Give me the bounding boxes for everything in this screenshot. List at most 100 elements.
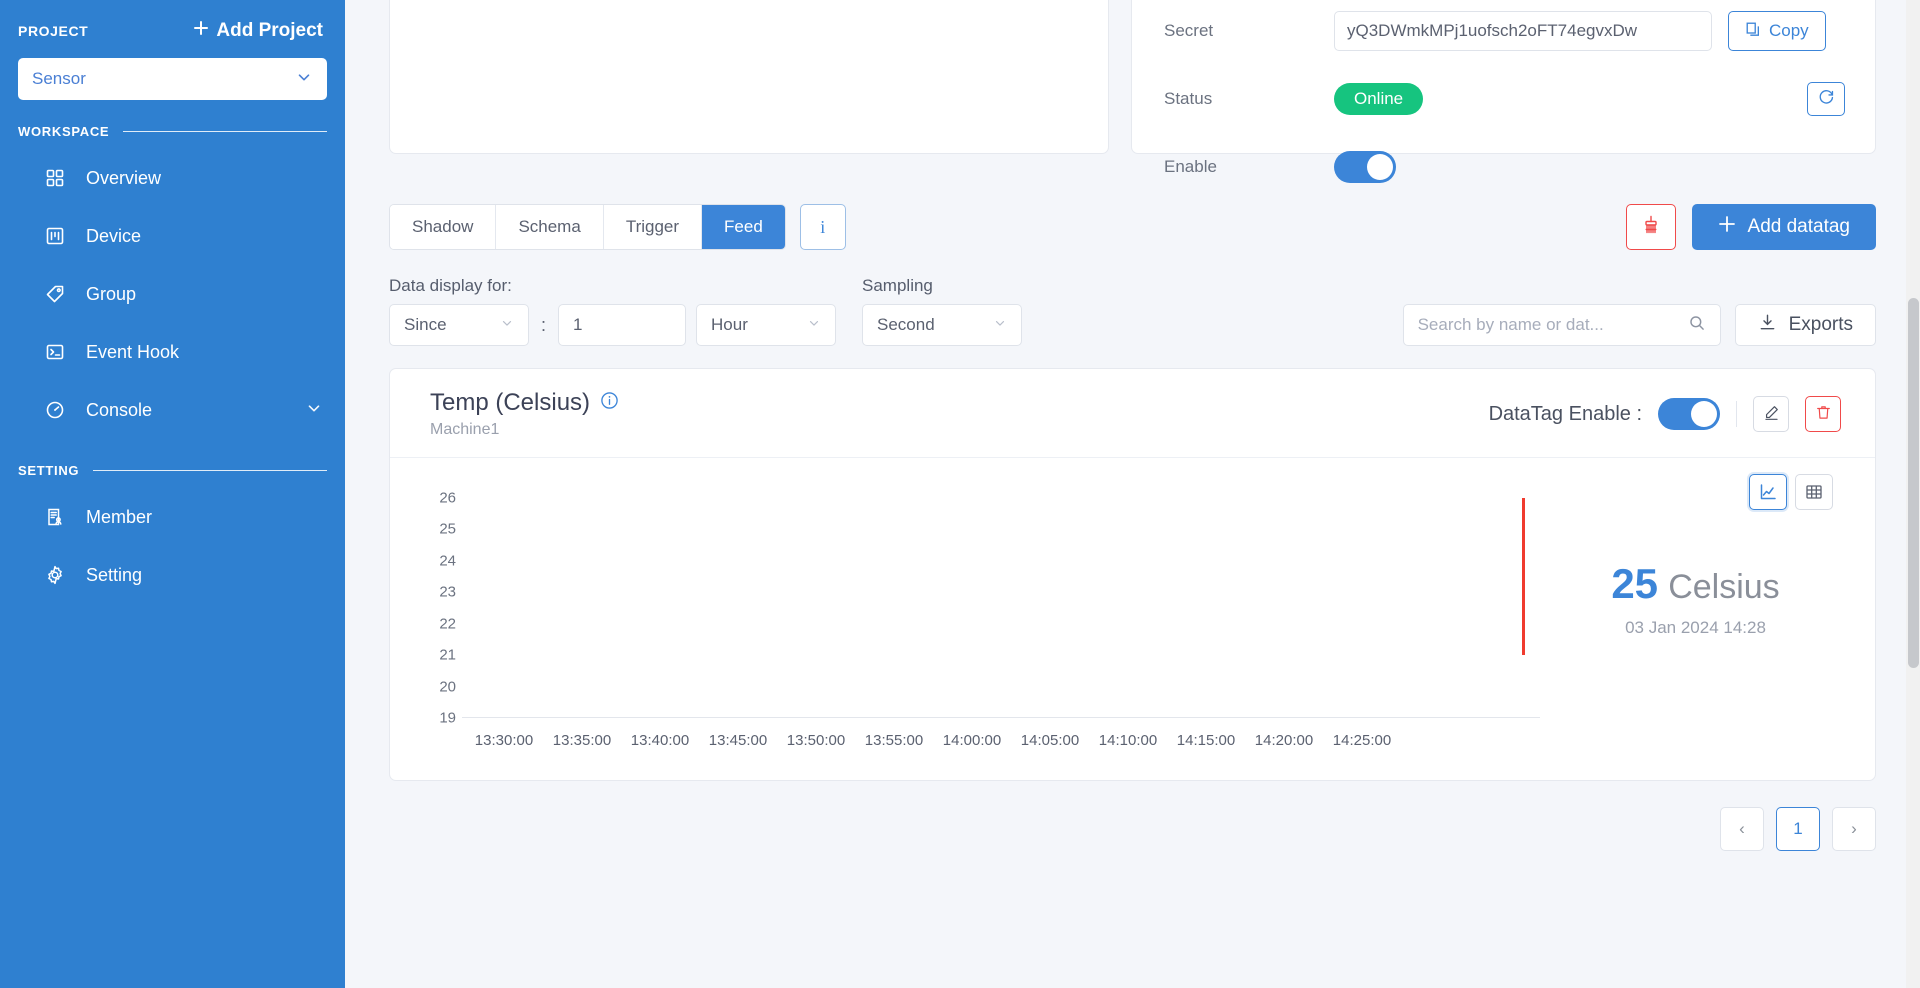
chart-x-tick: 14:15:00 — [1176, 732, 1236, 749]
latest-unit: Celsius — [1668, 568, 1780, 606]
sidebar-item-label: Console — [86, 399, 153, 420]
data-display-label: Data display for: — [389, 276, 512, 295]
line-chart-icon[interactable] — [1749, 474, 1787, 510]
chart-plot-area — [462, 498, 1540, 718]
copy-secret-button[interactable]: Copy — [1728, 11, 1826, 51]
tab-schema[interactable]: Schema — [496, 205, 604, 249]
device-icon — [44, 225, 66, 247]
sidebar-item-label: Group — [86, 283, 137, 304]
info-icon[interactable] — [600, 389, 619, 417]
search-icon[interactable] — [1688, 314, 1706, 337]
chart-x-tick: 13:50:00 — [786, 732, 846, 749]
pagination-prev-button[interactable]: ‹ — [1720, 807, 1764, 851]
sidebar-section-setting: SETTING — [18, 463, 327, 478]
terminal-icon — [44, 341, 66, 363]
main-content: Secret yQ3DWmkMPj1uofsch2oFT74egvxDw Cop… — [345, 0, 1920, 988]
device-credentials-card: Secret yQ3DWmkMPj1uofsch2oFT74egvxDw Cop… — [1131, 0, 1876, 183]
status-label: Status — [1164, 89, 1213, 108]
copy-label: Copy — [1769, 21, 1809, 40]
member-icon — [44, 506, 66, 528]
duration-input[interactable]: 1 — [558, 304, 687, 346]
chart-y-tick: 25 — [439, 520, 456, 538]
latest-value-row: 25 Celsius — [1611, 560, 1779, 608]
refresh-icon — [1818, 89, 1835, 110]
tab-shadow[interactable]: Shadow — [390, 205, 497, 249]
page-scrollbar-track[interactable] — [1906, 0, 1920, 988]
sidebar-item-device[interactable]: Device — [0, 207, 345, 265]
sidebar-item-label: Device — [86, 225, 142, 246]
add-datatag-label: Add datatag — [1747, 216, 1850, 237]
device-detail-strip: Secret yQ3DWmkMPj1uofsch2oFT74egvxDw Cop… — [345, 0, 1920, 183]
pagination-page-1[interactable]: 1 — [1776, 807, 1820, 851]
sampling-label: Sampling — [862, 276, 933, 295]
sidebar: PROJECT Add Project Sensor WORKSPACE Ove… — [0, 0, 345, 988]
feed-actions: Add datatag — [1625, 204, 1876, 250]
sampling-select[interactable]: Second — [862, 304, 1023, 346]
chevron-down-icon — [295, 68, 313, 91]
feed-search-actions: Search by name or dat... Exports — [1402, 304, 1876, 346]
sidebar-section-label-workspace: WORKSPACE — [18, 124, 110, 139]
datatag-card-body: 26 25 24 23 22 21 20 19 13:30:00 13:35:00 13:40:0… — [390, 458, 1875, 780]
status-row: Status Online — [1154, 65, 1845, 133]
chart-y-tick: 21 — [439, 646, 456, 664]
page-title: Temp (Celsius) — [430, 389, 591, 416]
sidebar-item-label: Event Hook — [86, 341, 180, 362]
chart-y-axis: 26 25 24 23 22 21 20 19 — [410, 458, 456, 780]
sidebar-item-overview[interactable]: Overview — [0, 149, 345, 207]
sidebar-item-event-hook[interactable]: Event Hook — [0, 323, 345, 381]
secret-label: Secret — [1164, 21, 1214, 40]
latest-timestamp: 03 Jan 2024 14:28 — [1625, 618, 1766, 637]
sidebar-item-member[interactable]: Member — [0, 488, 345, 546]
add-datatag-button[interactable]: Add datatag — [1691, 204, 1876, 250]
copy-icon — [1745, 21, 1761, 42]
delete-datatag-button[interactable] — [1805, 396, 1841, 432]
since-select[interactable]: Since — [389, 304, 529, 346]
chevron-down-icon — [500, 315, 514, 335]
sidebar-item-group[interactable]: Group — [0, 265, 345, 323]
secret-input[interactable]: yQ3DWmkMPj1uofsch2oFT74egvxDw — [1334, 11, 1712, 51]
datatag-enable-label: DataTag Enable : — [1488, 402, 1642, 425]
sidebar-workspace-items: Overview Device Group Event Hook Console — [0, 149, 345, 439]
sidebar-item-label: Member — [86, 506, 153, 527]
enable-row: Enable — [1154, 133, 1845, 201]
tag-icon — [44, 283, 66, 305]
table-icon[interactable] — [1795, 474, 1833, 510]
unit-select[interactable]: Hour — [696, 304, 837, 346]
since-select-value: Since — [404, 315, 447, 334]
search-input[interactable]: Search by name or dat... — [1402, 304, 1721, 346]
edit-datatag-button[interactable] — [1753, 396, 1789, 432]
feed-tab-bar: Shadow Schema Trigger Feed i Add datatag — [345, 204, 1920, 250]
status-badge: Online — [1334, 83, 1424, 115]
secret-row: Secret yQ3DWmkMPj1uofsch2oFT74egvxDw Cop… — [1154, 0, 1845, 65]
device-info-card — [389, 0, 1109, 154]
datatag-card: Temp (Celsius) Machine1 DataTag Enable : — [389, 368, 1876, 781]
tab-group: Shadow Schema Trigger Feed — [389, 204, 786, 250]
tab-trigger[interactable]: Trigger — [603, 205, 703, 249]
chart-y-tick: 26 — [439, 489, 456, 507]
add-project-button[interactable]: Add Project — [193, 20, 323, 42]
refresh-status-button[interactable] — [1807, 82, 1845, 116]
gear-icon — [44, 564, 66, 586]
sidebar-item-console[interactable]: Console — [0, 381, 345, 439]
chart-y-tick: 23 — [439, 583, 456, 601]
search-input-placeholder: Search by name or dat... — [1417, 315, 1604, 334]
sidebar-item-setting[interactable]: Setting — [0, 546, 345, 604]
sampling-select-value: Second — [877, 315, 935, 334]
chart-x-tick: 13:30:00 — [474, 732, 534, 749]
data-display-group: Data display for: Since : 1 Hour — [389, 276, 837, 346]
divider — [93, 470, 327, 471]
chart-y-tick: 24 — [439, 552, 456, 570]
clear-data-button[interactable] — [1625, 204, 1676, 250]
sidebar-setting-items: Member Setting — [0, 488, 345, 604]
chevron-down-icon[interactable] — [305, 399, 323, 422]
tab-feed[interactable]: Feed — [702, 205, 785, 249]
page-scrollbar-thumb[interactable] — [1908, 298, 1919, 668]
exports-button[interactable]: Exports — [1734, 304, 1876, 346]
info-icon[interactable]: i — [799, 204, 846, 250]
datatag-enable-toggle[interactable] — [1658, 398, 1720, 430]
project-select[interactable]: Sensor — [18, 58, 327, 100]
chart-x-tick: 14:10:00 — [1098, 732, 1158, 749]
device-enable-toggle[interactable] — [1334, 151, 1396, 183]
gauge-icon — [44, 399, 66, 421]
pagination-next-button[interactable]: › — [1832, 807, 1876, 851]
